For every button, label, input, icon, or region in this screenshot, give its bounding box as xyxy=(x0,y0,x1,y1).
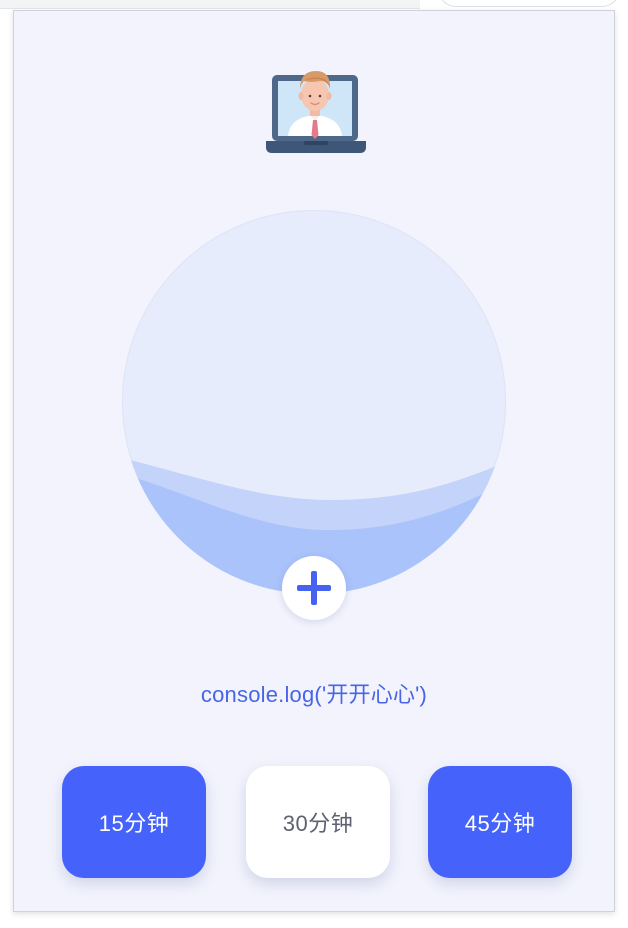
avatar-laptop-icon xyxy=(266,57,366,159)
plus-icon xyxy=(297,571,331,605)
browser-top-bar xyxy=(0,0,628,10)
duration-30-button[interactable]: 30分钟 xyxy=(246,766,390,878)
browser-tab-strip xyxy=(0,0,420,9)
message-text: console.log('开开心心') xyxy=(200,682,428,707)
browser-tab xyxy=(438,0,620,7)
add-button[interactable] xyxy=(282,556,346,620)
duration-15-button[interactable]: 15分钟 xyxy=(62,766,206,878)
progress-ball xyxy=(122,210,506,594)
duration-45-button[interactable]: 45分钟 xyxy=(428,766,572,878)
popup-panel: console.log('开开心心') 15分钟 30分钟 45分钟 xyxy=(13,10,615,912)
